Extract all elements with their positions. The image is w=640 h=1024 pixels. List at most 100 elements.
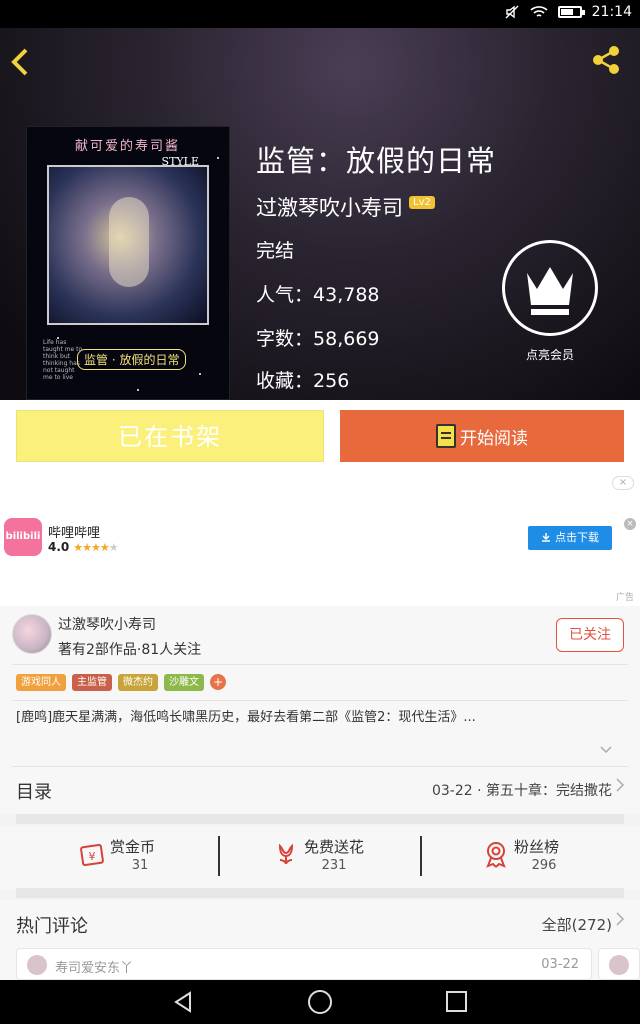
ad-download-button[interactable]: 点击下载 — [528, 526, 612, 550]
author-line[interactable]: 过激琴吹小寿司 Lv2 — [256, 192, 435, 222]
author-avatar[interactable] — [12, 614, 52, 654]
popularity-label: 人气： — [256, 284, 314, 306]
comment-date: 03-22 — [541, 957, 579, 972]
system-nav-bar — [0, 980, 640, 1024]
book-description[interactable]: [鹿鸣]鹿天星满满，海低鸣长啸黑历史，最好去看第二部《监管2：现代生活》... — [16, 709, 616, 727]
divider — [12, 766, 628, 767]
share-icon — [593, 46, 619, 74]
chevron-right-icon — [616, 778, 624, 792]
add-tag-button[interactable]: + — [210, 674, 226, 690]
cover-art — [47, 165, 209, 325]
ad-rating: 4.0 ★★★★★ — [48, 540, 119, 554]
section-separator — [16, 888, 624, 898]
book-status: 完结 — [256, 240, 295, 262]
commenter-avatar — [609, 955, 629, 975]
stat-label: 粉丝榜 — [514, 838, 560, 856]
tag-item[interactable]: 微杰约 — [118, 674, 158, 691]
vertical-divider — [420, 836, 422, 876]
medal-icon — [486, 842, 506, 868]
divider — [12, 700, 628, 701]
nav-home-icon[interactable] — [308, 990, 332, 1014]
ad-label: 广告 — [615, 593, 634, 603]
word-count-value: 58,669 — [313, 328, 380, 350]
vip-label: 点亮会员 — [525, 348, 574, 362]
status-bar: 21:14 — [0, 0, 640, 28]
wifi-icon — [530, 6, 548, 17]
stat-label: 免费送花 — [304, 838, 365, 856]
tag-list: 游戏同人 主监管 微杰约 沙雕文 + — [16, 674, 226, 691]
status-time: 21:14 — [591, 4, 632, 20]
table-of-contents-row[interactable]: 目录 03-22 · 第五十章：完结撒花 — [0, 766, 640, 814]
toc-title: 目录 — [16, 782, 52, 803]
ad-banner[interactable]: × bilibili 哔哩哔哩 4.0 ★★★★★ 点击下载 × 广告 — [0, 472, 640, 606]
on-shelf-button[interactable]: 已在书架 — [16, 410, 324, 462]
favorites-row: 收藏：256 — [256, 366, 349, 393]
flower-icon — [278, 843, 294, 865]
author-name: 过激琴吹小寿司 — [256, 196, 403, 220]
ad-close-button[interactable]: × — [624, 518, 636, 530]
tag-item[interactable]: 主监管 — [72, 674, 112, 691]
follow-button[interactable]: 已关注 — [556, 618, 624, 652]
author-section: 过激琴吹小寿司 著有2部作品·81人关注 已关注 游戏同人 主监管 微杰约 沙雕… — [0, 606, 640, 766]
ad-dismiss-pill[interactable]: × — [612, 476, 634, 490]
section-separator — [16, 814, 624, 824]
ad-rating-value: 4.0 — [48, 540, 70, 554]
svg-text:¥: ¥ — [89, 850, 96, 863]
crown-icon — [527, 267, 573, 315]
comments-title: 热门评论 — [16, 916, 88, 937]
comment-card[interactable]: 寿司爱安东丫 03-22 — [16, 948, 592, 980]
level-badge: Lv2 — [409, 195, 435, 209]
word-count-label: 字数： — [256, 328, 314, 350]
tag-item[interactable]: 游戏同人 — [16, 674, 66, 691]
share-button[interactable] — [590, 44, 622, 76]
author-stats: 著有2部作品·81人关注 — [58, 642, 202, 658]
tag-item[interactable]: 沙雕文 — [164, 674, 204, 691]
author-name[interactable]: 过激琴吹小寿司 — [58, 614, 156, 634]
start-reading-label: 开始阅读 — [460, 428, 528, 449]
stat-value: 296 — [531, 858, 557, 873]
back-button[interactable] — [8, 44, 40, 80]
vip-button[interactable] — [502, 240, 598, 336]
favorites-value: 256 — [313, 370, 350, 392]
ad-app-name: 哔哩哔哩 — [48, 526, 101, 541]
stat-label: 赏金币 — [110, 838, 156, 856]
download-icon — [542, 533, 550, 542]
divider — [12, 664, 628, 665]
book-cover[interactable]: 献可爱的寿司酱 STYLE Life has taught me to thin… — [26, 126, 230, 400]
coin-envelope-icon: ¥ — [80, 843, 104, 867]
nav-recent-icon[interactable] — [446, 991, 467, 1012]
all-comments-link[interactable]: 全部(272) — [542, 914, 612, 935]
cover-title: 献可爱的寿司酱 — [75, 139, 181, 154]
nav-back-icon[interactable] — [172, 991, 194, 1013]
action-bar: 已在书架 开始阅读 — [0, 400, 640, 472]
popularity-row: 人气：43,788 — [256, 280, 380, 307]
popularity-value: 43,788 — [313, 284, 380, 306]
stat-value: 231 — [321, 858, 347, 873]
word-count-row: 字数：58,669 — [256, 324, 380, 351]
hot-comments: 热门评论 全部(272) 寿司爱安东丫 03-22 — [0, 900, 640, 980]
vertical-divider — [218, 836, 220, 876]
reward-coins-stat[interactable]: ¥ 赏金币 31 — [78, 836, 258, 880]
stat-value: 31 — [131, 858, 149, 873]
commenter-avatar — [27, 955, 47, 975]
book-title: 监管：放假的日常 — [256, 144, 497, 178]
chevron-left-icon — [11, 48, 28, 76]
mute-icon — [505, 5, 519, 19]
battery-icon — [557, 6, 585, 18]
cover-bottom-tag: 监管 · 放假的日常 — [77, 349, 187, 370]
bilibili-app-icon: bilibili — [4, 518, 42, 556]
commenter-name: 寿司爱安东丫 — [55, 961, 134, 976]
book-icon — [436, 424, 456, 448]
favorites-label: 收藏： — [256, 370, 314, 392]
free-flowers-stat[interactable]: 免费送花 231 — [272, 836, 452, 880]
start-reading-button[interactable]: 开始阅读 — [340, 410, 624, 462]
star-rating-icon: ★★★★★ — [73, 540, 118, 554]
fan-ranking-stat[interactable]: 粉丝榜 296 — [482, 836, 640, 880]
ad-download-label: 点击下载 — [555, 531, 599, 544]
book-header: 献可爱的寿司酱 STYLE Life has taught me to thin… — [0, 28, 640, 400]
comment-card[interactable] — [598, 948, 640, 980]
book-info: 监管：放假的日常 过激琴吹小寿司 Lv2 完结 人气：43,788 字数：58,… — [256, 138, 497, 392]
latest-chapter: 03-22 · 第五十章：完结撒花 — [431, 783, 612, 799]
expand-chevron-icon[interactable] — [600, 746, 612, 754]
chevron-right-icon — [616, 912, 624, 926]
